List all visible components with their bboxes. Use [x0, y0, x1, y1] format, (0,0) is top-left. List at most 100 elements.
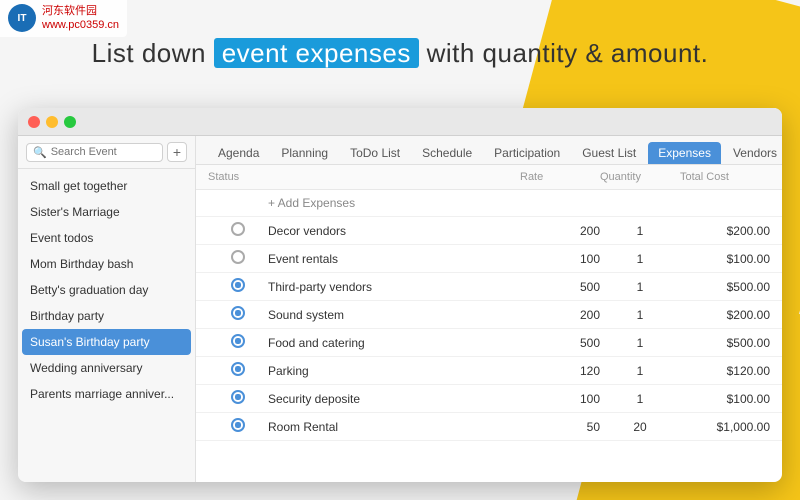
quantity-cell-0: 1 — [600, 224, 680, 238]
quantity-cell-1: 1 — [600, 252, 680, 266]
table-row: Parking1201$120.00 — [196, 357, 782, 385]
status-cell-5[interactable] — [208, 362, 268, 379]
sidebar-item-1[interactable]: Sister's Marriage — [18, 199, 195, 225]
hero-highlight: event expenses — [214, 38, 419, 68]
status-cell-0[interactable] — [208, 222, 268, 239]
table-row: Room Rental5020$1,000.00 — [196, 413, 782, 441]
expense-name-0: Decor vendors — [268, 224, 520, 238]
quantity-cell-6: 1 — [600, 392, 680, 406]
table-header: Status Rate Quantity Total Cost — [196, 165, 782, 190]
add-event-button[interactable]: + — [167, 142, 187, 162]
status-cell-7[interactable] — [208, 418, 268, 435]
watermark: IT 河东软件园 www.pc0359.cn — [0, 0, 127, 37]
radio-checked[interactable] — [231, 362, 245, 376]
watermark-site: www.pc0359.cn — [42, 18, 119, 32]
radio-checked[interactable] — [231, 334, 245, 348]
expense-name-1: Event rentals — [268, 252, 520, 266]
sidebar-item-7[interactable]: Wedding anniversary — [18, 355, 195, 381]
header-quantity: Quantity — [600, 171, 680, 183]
table-row: Security deposite1001$100.00 — [196, 385, 782, 413]
minimize-button[interactable] — [46, 116, 58, 128]
header-status: Status — [208, 171, 268, 183]
table-row: Decor vendors2001$200.00 — [196, 217, 782, 245]
search-wrapper: 🔍 — [26, 143, 163, 162]
rate-cell-6: 100 — [520, 392, 600, 406]
hero-prefix: List down — [92, 38, 214, 68]
table-row: Event rentals1001$100.00 — [196, 245, 782, 273]
watermark-logo: IT — [8, 4, 36, 32]
rate-cell-1: 100 — [520, 252, 600, 266]
tab-expenses[interactable]: Expenses — [648, 142, 721, 164]
hero-suffix: with quantity & amount. — [427, 38, 709, 68]
title-bar — [18, 108, 782, 136]
table-rows: Decor vendors2001$200.00Event rentals100… — [196, 217, 782, 441]
table-row: Food and catering5001$500.00 — [196, 329, 782, 357]
header-name — [268, 171, 520, 183]
tab-vendors[interactable]: Vendors — [723, 142, 782, 164]
total-cell-4: $500.00 — [680, 336, 770, 350]
radio-checked[interactable] — [231, 390, 245, 404]
total-cell-3: $200.00 — [680, 308, 770, 322]
table-row: Third-party vendors5001$500.00 — [196, 273, 782, 301]
total-cell-7: $1,000.00 — [680, 420, 770, 434]
right-panel: AgendaPlanningToDo ListScheduleParticipa… — [196, 136, 782, 482]
hero-text: List down event expenses with quantity &… — [0, 38, 800, 69]
expense-name-5: Parking — [268, 364, 520, 378]
search-input[interactable] — [51, 146, 156, 158]
rate-cell-3: 200 — [520, 308, 600, 322]
status-cell-3[interactable] — [208, 306, 268, 323]
radio-checked[interactable] — [231, 418, 245, 432]
status-cell-2[interactable] — [208, 278, 268, 295]
header-total: Total Cost — [680, 171, 770, 183]
sidebar-item-6[interactable]: Susan's Birthday party — [22, 329, 191, 355]
rate-cell-2: 500 — [520, 280, 600, 294]
maximize-button[interactable] — [64, 116, 76, 128]
radio-unchecked[interactable] — [231, 250, 245, 264]
rate-cell-0: 200 — [520, 224, 600, 238]
expense-name-2: Third-party vendors — [268, 280, 520, 294]
close-button[interactable] — [28, 116, 40, 128]
total-cell-0: $200.00 — [680, 224, 770, 238]
main-content: 🔍 + Small get togetherSister's MarriageE… — [18, 136, 782, 482]
status-cell-4[interactable] — [208, 334, 268, 351]
app-window: 🔍 + Small get togetherSister's MarriageE… — [18, 108, 782, 482]
sidebar-item-3[interactable]: Mom Birthday bash — [18, 251, 195, 277]
tab-todo-list[interactable]: ToDo List — [340, 142, 410, 164]
rate-cell-5: 120 — [520, 364, 600, 378]
tab-planning[interactable]: Planning — [271, 142, 338, 164]
radio-checked[interactable] — [231, 306, 245, 320]
radio-checked[interactable] — [231, 278, 245, 292]
search-bar: 🔍 + — [18, 136, 195, 169]
sidebar: 🔍 + Small get togetherSister's MarriageE… — [18, 136, 196, 482]
sidebar-item-4[interactable]: Betty's graduation day — [18, 277, 195, 303]
table-row: Sound system2001$200.00 — [196, 301, 782, 329]
radio-unchecked[interactable] — [231, 222, 245, 236]
sidebar-list: Small get togetherSister's MarriageEvent… — [18, 169, 195, 482]
table-area: Status Rate Quantity Total Cost + Add Ex… — [196, 165, 782, 482]
total-cell-5: $120.00 — [680, 364, 770, 378]
sidebar-item-8[interactable]: Parents marriage anniver... — [18, 381, 195, 407]
expense-name-3: Sound system — [268, 308, 520, 322]
quantity-cell-2: 1 — [600, 280, 680, 294]
expense-name-6: Security deposite — [268, 392, 520, 406]
sidebar-item-5[interactable]: Birthday party — [18, 303, 195, 329]
tab-schedule[interactable]: Schedule — [412, 142, 482, 164]
sidebar-item-0[interactable]: Small get together — [18, 173, 195, 199]
quantity-cell-3: 1 — [600, 308, 680, 322]
tab-agenda[interactable]: Agenda — [208, 142, 269, 164]
rate-cell-7: 50 — [520, 420, 600, 434]
expense-name-7: Room Rental — [268, 420, 520, 434]
expense-name-4: Food and catering — [268, 336, 520, 350]
status-cell-6[interactable] — [208, 390, 268, 407]
tab-guest-list[interactable]: Guest List — [572, 142, 646, 164]
total-cell-6: $100.00 — [680, 392, 770, 406]
tab-participation[interactable]: Participation — [484, 142, 570, 164]
add-expenses-button[interactable]: + Add Expenses — [268, 196, 520, 210]
tabs-bar: AgendaPlanningToDo ListScheduleParticipa… — [196, 136, 782, 165]
status-cell-1[interactable] — [208, 250, 268, 267]
quantity-cell-7: 20 — [600, 420, 680, 434]
total-cell-2: $500.00 — [680, 280, 770, 294]
search-icon: 🔍 — [33, 146, 47, 159]
watermark-brand: 河东软件园 — [42, 4, 119, 18]
sidebar-item-2[interactable]: Event todos — [18, 225, 195, 251]
